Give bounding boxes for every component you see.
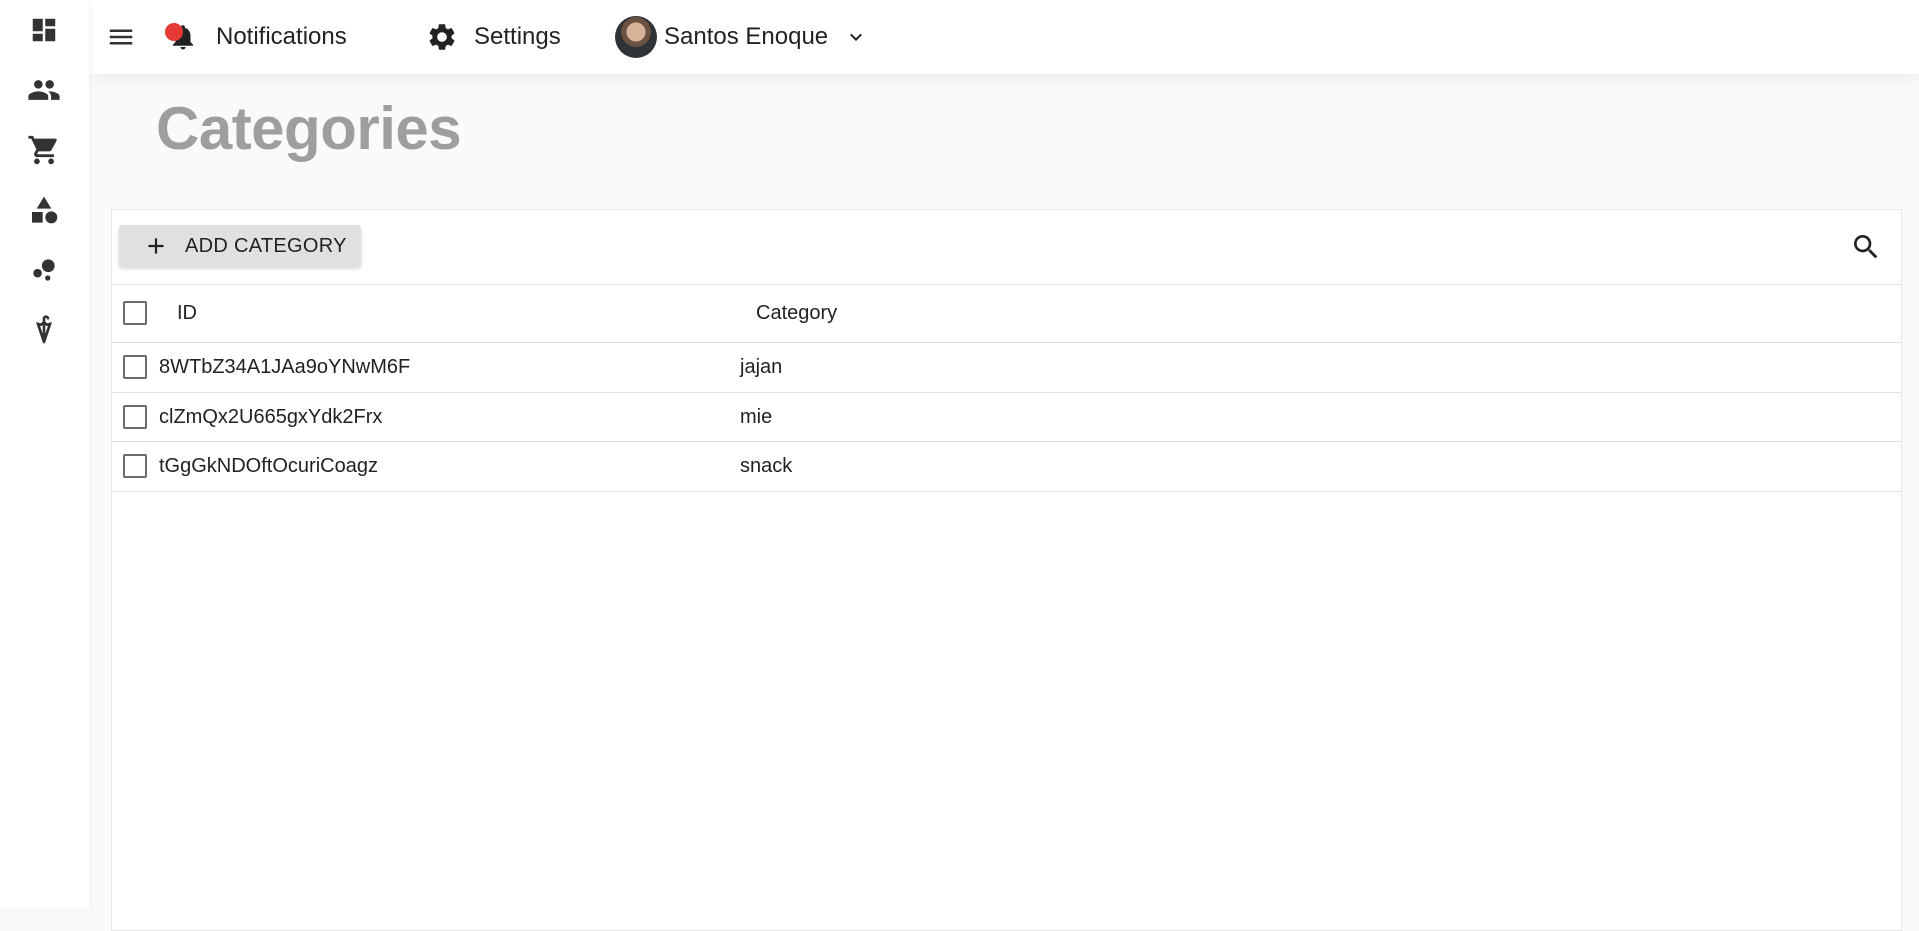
notifications-label: Notifications — [216, 23, 347, 50]
add-category-button[interactable]: ADD CATEGORY — [119, 225, 361, 267]
user-name: Santos Enoque — [664, 23, 829, 50]
table-header-row: ID Category — [112, 284, 1901, 343]
table-toolbar: ADD CATEGORY — [112, 210, 1901, 285]
settings-button[interactable]: Settings — [425, 18, 561, 56]
notification-badge — [165, 23, 183, 41]
table-row[interactable]: clZmQx2U665gxYdk2Frx mie — [112, 393, 1901, 442]
people-icon[interactable] — [26, 72, 62, 108]
table-row[interactable]: tGgGkNDOftOcuriCoagz snack — [112, 442, 1901, 492]
cell-category: snack — [740, 455, 793, 477]
cell-id: 8WTbZ34A1JAa9oYNwM6F — [159, 356, 411, 378]
dashboard-icon[interactable] — [26, 12, 62, 48]
row-checkbox[interactable] — [123, 454, 147, 478]
menu-icon[interactable] — [103, 18, 139, 56]
cell-category: jajan — [740, 356, 783, 378]
shapes-icon[interactable] — [26, 192, 62, 228]
chevron-down-icon[interactable] — [844, 25, 868, 49]
cell-id: clZmQx2U665gxYdk2Frx — [159, 406, 383, 428]
bubble-chart-icon[interactable] — [26, 252, 62, 288]
row-checkbox[interactable] — [123, 405, 147, 429]
gear-icon — [425, 20, 459, 54]
table-row[interactable]: 8WTbZ34A1JAa9oYNwM6F jajan — [112, 343, 1901, 393]
plus-icon — [143, 233, 169, 259]
umbrella-icon[interactable] — [26, 312, 62, 348]
cell-id: tGgGkNDOftOcuriCoagz — [159, 455, 378, 477]
sidebar — [0, 0, 89, 909]
shopping-cart-icon[interactable] — [26, 132, 62, 168]
column-header-category: Category — [756, 302, 838, 324]
page-title: Categories — [156, 95, 462, 162]
search-icon[interactable] — [1847, 228, 1885, 266]
categories-table-card: ADD CATEGORY ID Category 8WTbZ34A1JAa9oY… — [111, 209, 1902, 931]
avatar — [615, 16, 657, 58]
select-all-checkbox[interactable] — [123, 301, 147, 325]
cell-category: mie — [740, 406, 773, 428]
user-menu[interactable]: Santos Enoque — [615, 15, 868, 59]
settings-label: Settings — [474, 23, 561, 50]
add-category-label: ADD CATEGORY — [185, 234, 347, 257]
row-checkbox[interactable] — [123, 355, 147, 379]
top-app-bar: Notifications Settings Santos Enoque — [89, 0, 1919, 74]
column-header-id: ID — [177, 302, 197, 324]
notifications-button[interactable]: Notifications — [167, 18, 347, 56]
